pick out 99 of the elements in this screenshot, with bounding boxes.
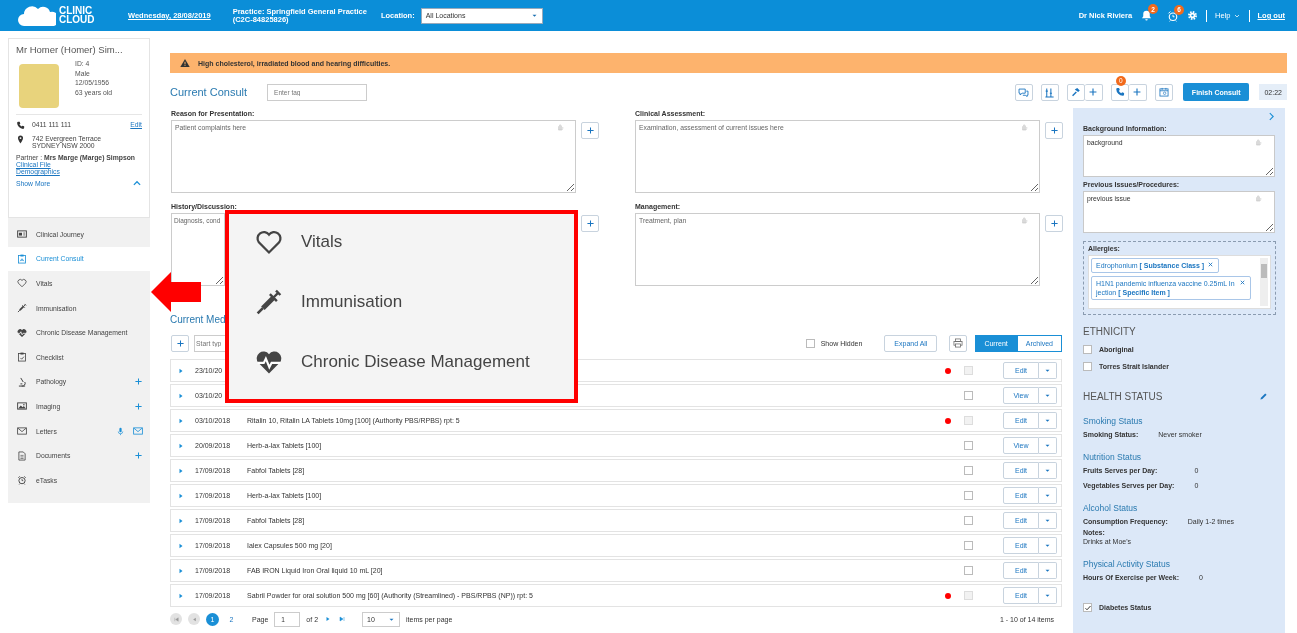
settings-icon[interactable] [1187, 10, 1199, 21]
calendar-button[interactable] [1154, 83, 1173, 101]
previous-page-icon [190, 615, 198, 623]
map-pin-icon [16, 135, 25, 144]
nav-label: Immunisation [301, 292, 403, 312]
add-icon [175, 338, 185, 348]
checkbox[interactable] [964, 541, 973, 550]
nav-label: Vitals [301, 232, 343, 252]
add-icon [1049, 219, 1059, 228]
add-icon[interactable] [134, 401, 143, 411]
section-heading: HEALTH STATUS [1083, 391, 1163, 402]
hammer-icon [1070, 87, 1081, 97]
alarm-clock-icon[interactable] [1167, 9, 1180, 22]
envelope-icon[interactable] [133, 426, 143, 437]
checkbox[interactable] [964, 466, 973, 475]
pencil-icon[interactable] [1259, 392, 1268, 401]
first-page-icon [172, 615, 180, 623]
add-icon [1049, 126, 1059, 135]
subsection-title: Physical Activity Status [1083, 559, 1171, 569]
syringe-icon [17, 303, 27, 314]
hammer-button[interactable] [1066, 83, 1085, 101]
last-page-icon[interactable] [338, 615, 347, 623]
heart-icon [255, 228, 283, 256]
caret-down-icon [1044, 492, 1051, 499]
previous-page-button[interactable] [188, 613, 200, 625]
clipboard-check-icon [17, 352, 27, 363]
add-button[interactable] [1045, 215, 1063, 232]
close-icon[interactable] [1207, 261, 1215, 268]
caret-down-icon [1044, 592, 1051, 599]
microphone-icon[interactable] [116, 426, 125, 436]
add-button[interactable] [581, 215, 599, 232]
add-icon [585, 219, 595, 228]
id-card-icon [17, 229, 27, 240]
printer-icon [953, 338, 964, 348]
heart-pulse-icon [17, 327, 27, 338]
add-button[interactable] [1045, 122, 1063, 139]
subsection-title: Alcohol Status [1083, 503, 1139, 513]
chevron-right-icon[interactable] [1267, 112, 1276, 121]
caret-down-icon [1044, 542, 1051, 549]
caret-down-icon [1044, 567, 1051, 574]
nav-label: Chronic Disease Management [301, 352, 530, 372]
scrollbar [1260, 258, 1268, 306]
first-page-button[interactable] [170, 613, 182, 625]
print-button[interactable] [949, 334, 968, 352]
logo-text: CLINIC CLOUD [59, 7, 95, 24]
speech-bubbles-icon [1018, 86, 1030, 98]
subsection-title: Nutrition Status [1083, 452, 1143, 462]
syringe-icon [255, 288, 283, 316]
cloud-logo-icon [18, 3, 56, 28]
patient-name: Mr Homer (Homer) Sim... [16, 44, 124, 55]
phone-button[interactable] [1110, 83, 1129, 101]
caret-down-icon [1044, 517, 1051, 524]
checkbox[interactable] [1083, 603, 1092, 612]
chat-button[interactable] [1014, 83, 1033, 101]
caret-down-icon [530, 12, 538, 19]
section-title: Current Med [170, 314, 227, 327]
alarm-clock-icon [17, 475, 27, 486]
heart-icon [17, 278, 27, 289]
left-arrow-icon [151, 272, 201, 312]
chart-button[interactable] [1040, 83, 1059, 101]
image-icon [17, 401, 27, 412]
microscope-icon [17, 376, 27, 387]
add-button[interactable] [1128, 83, 1147, 101]
caret-down-icon [1044, 417, 1051, 424]
checkbox[interactable] [805, 338, 815, 348]
warning-icon [180, 58, 190, 68]
section-title: Current Consult [170, 86, 248, 98]
photo-placeholder [19, 64, 59, 108]
checkbox[interactable] [964, 516, 973, 525]
add-icon [585, 126, 595, 135]
add-icon[interactable] [134, 377, 143, 387]
add-button[interactable] [171, 334, 189, 352]
document-icon [17, 450, 27, 461]
checkbox[interactable] [964, 566, 973, 575]
section-heading: ETHNICITY [1083, 326, 1137, 337]
checkbox[interactable] [964, 391, 973, 400]
checkbox[interactable] [964, 441, 973, 450]
caret-down-icon [1044, 392, 1051, 399]
add-button[interactable] [1084, 83, 1103, 101]
envelope-icon [17, 426, 27, 437]
add-icon[interactable] [134, 451, 143, 461]
subsection-title: Smoking Status [1083, 416, 1144, 426]
add-icon [1088, 87, 1099, 97]
chevron-up-icon[interactable] [132, 178, 142, 188]
add-icon [1132, 87, 1143, 97]
calendar-icon [1158, 87, 1169, 97]
add-button[interactable] [581, 122, 599, 139]
close-icon[interactable] [1239, 279, 1246, 286]
checkbox[interactable] [1083, 362, 1092, 371]
caret-down-icon [1044, 367, 1051, 374]
clipboard-icon [17, 253, 27, 264]
phone-icon [16, 121, 25, 130]
heart-pulse-icon [255, 348, 283, 376]
phone-icon [1114, 87, 1125, 97]
checkbox[interactable] [964, 491, 973, 500]
checkbox[interactable] [1083, 345, 1092, 354]
caret-down-icon [1044, 467, 1051, 474]
bars-icon [1044, 86, 1056, 98]
caret-down-icon [1044, 442, 1051, 449]
